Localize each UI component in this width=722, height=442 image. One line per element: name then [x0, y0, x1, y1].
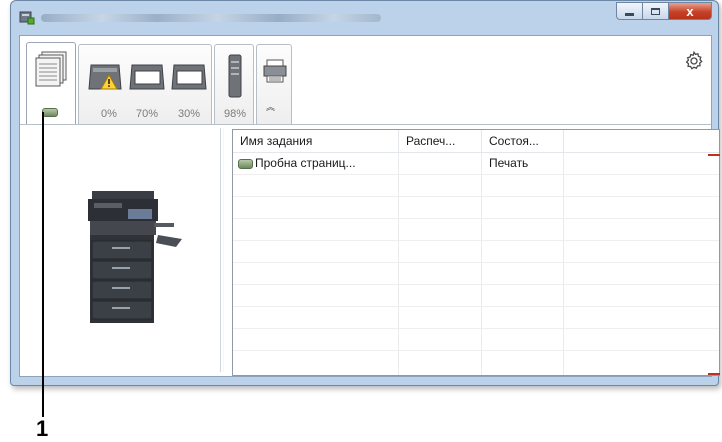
gear-icon[interactable] — [683, 50, 705, 72]
tab-waste-toner[interactable]: 98% — [214, 44, 254, 124]
job-status-cell: Печать — [489, 156, 529, 170]
toner-cartridge-black-icon — [88, 64, 122, 90]
job-name: Пробна страниц... — [255, 156, 356, 170]
minimize-icon — [625, 12, 634, 16]
device-preview-panel — [20, 125, 220, 376]
job-list[interactable]: Имя задания Распеч... Состоя... Пробна с… — [232, 129, 720, 376]
job-list-header: Имя задания Распеч... Состоя... — [233, 130, 719, 153]
maximize-button[interactable] — [642, 2, 668, 20]
app-icon — [19, 11, 35, 25]
multifunction-printer-image — [88, 191, 182, 323]
empty-row — [233, 351, 719, 372]
client-area: 0% 70% 30% 98% ︽ Имя задания Распеч... С… — [19, 35, 720, 377]
print-jobs-stack-icon — [35, 51, 67, 87]
toolbar-tabs: 0% 70% 30% 98% ︽ — [20, 36, 711, 128]
waste-toner-level: 98% — [224, 108, 247, 120]
empty-row — [233, 197, 719, 219]
empty-row — [233, 241, 719, 263]
minimize-button[interactable] — [616, 2, 642, 20]
waste-toner-box-icon — [228, 54, 242, 98]
window-title-blurred — [41, 14, 381, 22]
close-button[interactable]: x — [668, 2, 712, 20]
empty-row — [233, 307, 719, 329]
tab-print-jobs[interactable] — [26, 42, 76, 128]
title-bar[interactable]: x — [11, 1, 718, 35]
empty-row — [233, 263, 719, 285]
table-row[interactable]: Пробна страниц... Печать — [233, 153, 719, 175]
empty-row — [233, 219, 719, 241]
job-status-indicator-icon — [42, 108, 58, 117]
toner-level-3: 30% — [178, 108, 201, 120]
panel-separator — [220, 128, 224, 372]
job-name-cell: Пробна страниц... — [233, 153, 399, 174]
empty-row — [233, 285, 719, 307]
toner-cartridge-2-icon — [129, 64, 165, 90]
job-printed-cell — [399, 153, 482, 174]
empty-row — [233, 329, 719, 351]
callout-number: 1 — [36, 416, 49, 441]
column-header-printed[interactable]: Распеч... — [399, 130, 482, 152]
column-header-status[interactable]: Состоя... — [482, 130, 564, 152]
toner-level-1: 0% — [101, 108, 117, 120]
maximize-icon — [651, 7, 660, 15]
toner-cartridge-3-icon — [171, 64, 207, 90]
callout-tick-top — [708, 154, 720, 156]
close-icon: x — [686, 3, 694, 19]
device-printer-icon — [263, 59, 287, 83]
collapse-toolbar-icon[interactable]: ︽ — [266, 100, 275, 113]
tab-toner-levels[interactable]: 0% 70% 30% — [78, 44, 212, 124]
status-monitor-window: x 0% 70% 30% 98% ︽ Имя задания Распеч...… — [10, 0, 720, 386]
callout-leader-line — [42, 112, 44, 417]
print-job-icon — [238, 158, 253, 169]
callout-tick-bottom — [708, 373, 720, 375]
empty-row — [233, 175, 719, 197]
toner-level-2: 70% — [136, 108, 159, 120]
column-header-job-name[interactable]: Имя задания — [233, 130, 399, 152]
